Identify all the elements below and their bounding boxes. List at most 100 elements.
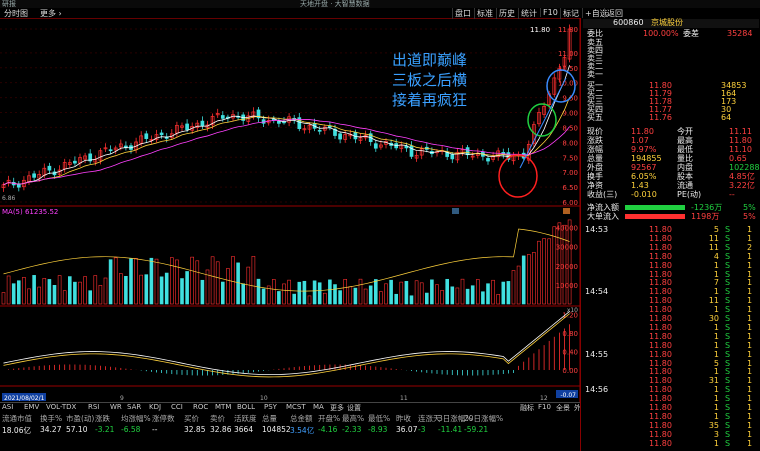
volume-bar	[27, 288, 31, 305]
indicator-tab[interactable]: PSY	[264, 403, 277, 411]
indicator-tab[interactable]: MCST	[286, 403, 306, 411]
volume-bar	[88, 290, 92, 305]
bottom-quote-table: 流通市值 18.06亿 换手% 34.27 市盈(动) 57.10 涨跌 -3.21 均涨幅% -…	[0, 411, 580, 451]
fund-row: 大单流入 1198万 5%	[583, 213, 759, 221]
indicator-tab[interactable]: MA	[313, 403, 324, 411]
chart-annotation: 出道即巅峰 三板之后横 接着再疯狂	[392, 50, 467, 110]
table-header: 20日涨幅%	[464, 414, 504, 423]
tick-side: S	[725, 242, 731, 252]
table-cell: -2.33	[342, 425, 362, 434]
volume-bar	[68, 276, 72, 305]
tick-count: 1	[747, 251, 753, 261]
tick-price: 11.80	[649, 429, 672, 439]
indicator-tab[interactable]: VOL-TDX	[46, 403, 76, 411]
price-axis-label: 8.00	[562, 139, 578, 147]
stock-code: 600860	[613, 18, 644, 27]
quote-value: -0.010	[631, 190, 657, 199]
volume-bar	[521, 255, 526, 305]
indicator-tab[interactable]: EMV	[24, 403, 39, 411]
tick-count: 1	[747, 420, 753, 430]
indicator-tab[interactable]: SAR	[127, 403, 141, 411]
indicator-tab[interactable]: ASI	[2, 403, 13, 411]
quote-label: 内盘	[677, 163, 693, 172]
indicator-tab[interactable]: KDJ	[149, 403, 161, 411]
tick-row: 11.80 1 S 1	[583, 395, 759, 403]
volume-bar	[348, 286, 353, 305]
indicator-tab[interactable]: MTM	[215, 403, 231, 411]
quote-label: 净资	[587, 181, 603, 190]
volume-bar	[210, 256, 215, 305]
quote-value: 9.97%	[631, 145, 657, 154]
volume-bar	[481, 291, 485, 305]
tick-count: 1	[747, 340, 753, 350]
tick-price: 11.80	[649, 322, 672, 332]
macd-line	[3, 311, 570, 376]
tick-price: 11.80	[649, 225, 672, 234]
volume-bar	[195, 260, 200, 305]
tick-side: S	[725, 322, 731, 332]
sell-book-row: 卖五	[583, 39, 759, 47]
stock-header: 600860 京城股份	[583, 19, 759, 28]
indicator-tab[interactable]: RSI	[88, 403, 99, 411]
time-axis-tick: 10	[260, 395, 268, 402]
trend-arrow-line	[519, 77, 567, 169]
tick-side: S	[725, 296, 731, 306]
volume-bar	[93, 275, 98, 305]
candlestick-chart-svg[interactable]: 11.8011.0010.5010.009.509.008.508.007.50…	[0, 18, 581, 402]
table-cell: 57.10	[66, 425, 88, 434]
volume-bar	[302, 280, 307, 305]
table-header: 买价	[184, 414, 199, 423]
tick-row: 11.80 30 S 1	[583, 315, 759, 323]
volume-bar	[37, 286, 42, 305]
volume-bar	[445, 278, 450, 305]
tick-volume: 4	[713, 251, 719, 261]
date-box-label: 2021/08/02/1	[4, 395, 45, 402]
chart-area[interactable]: 11.80 11.00 10.50 10.00 9.50 9.00 8.50 8.00 7.50…	[0, 18, 581, 402]
volume-bar	[261, 288, 266, 305]
tick-row: 11.80 5 S 1	[583, 359, 759, 368]
volume-bar	[103, 277, 108, 305]
tick-row: 11.80 11 S 1	[583, 233, 759, 243]
volume-bar	[113, 257, 118, 305]
tick-side: S	[725, 331, 731, 341]
tick-side: S	[725, 349, 731, 359]
table-cell: -11.41	[438, 425, 463, 434]
table-cell: 32.86	[210, 425, 232, 434]
margin-marker	[452, 208, 459, 214]
tick-price: 11.80	[649, 287, 672, 297]
sell-book-row: 卖一	[583, 71, 759, 79]
tick-count: 1	[747, 225, 753, 234]
indicator-tab-right[interactable]: F10	[538, 403, 551, 411]
quote-label: 换手	[587, 172, 603, 181]
table-cell: 3.54亿	[290, 426, 315, 435]
volume-bar	[368, 285, 373, 305]
table-cell: -59.21	[464, 425, 489, 434]
tick-price: 11.80	[649, 376, 672, 386]
tick-side: S	[725, 340, 731, 350]
tick-price: 11.80	[649, 385, 672, 395]
volume-bar	[246, 266, 251, 305]
quote-value: 4.85亿	[729, 172, 755, 181]
quote-value: 1.43	[631, 181, 649, 190]
volume-bar	[455, 287, 460, 305]
tick-volume: 1	[713, 438, 719, 448]
indicator-tab[interactable]: ROC	[193, 403, 208, 411]
price-axis-label: 6.50	[562, 184, 578, 192]
volume-bar	[11, 283, 16, 305]
volume-bar	[292, 293, 297, 305]
tick-row: 11.80 1 S 1	[583, 368, 759, 376]
volume-bar	[277, 291, 281, 305]
tick-price: 11.80	[649, 251, 672, 261]
indicator-tab[interactable]: BOLL	[237, 403, 255, 411]
indicator-tab[interactable]: CCI	[171, 403, 183, 411]
indicator-tab[interactable]: WR	[110, 403, 122, 411]
candle-body	[144, 133, 149, 139]
toolbar-button-f10[interactable]: F10	[540, 8, 560, 17]
tick-row: 11.80 1 S 1	[583, 270, 759, 279]
tick-count: 1	[747, 376, 753, 386]
candle-body	[159, 132, 164, 136]
quote-value: 0.65	[729, 154, 747, 163]
quote-row: 外盘 92567 内盘 102288	[583, 163, 760, 172]
highlight-circle-red	[498, 154, 538, 198]
tick-volume: 11	[708, 233, 719, 243]
